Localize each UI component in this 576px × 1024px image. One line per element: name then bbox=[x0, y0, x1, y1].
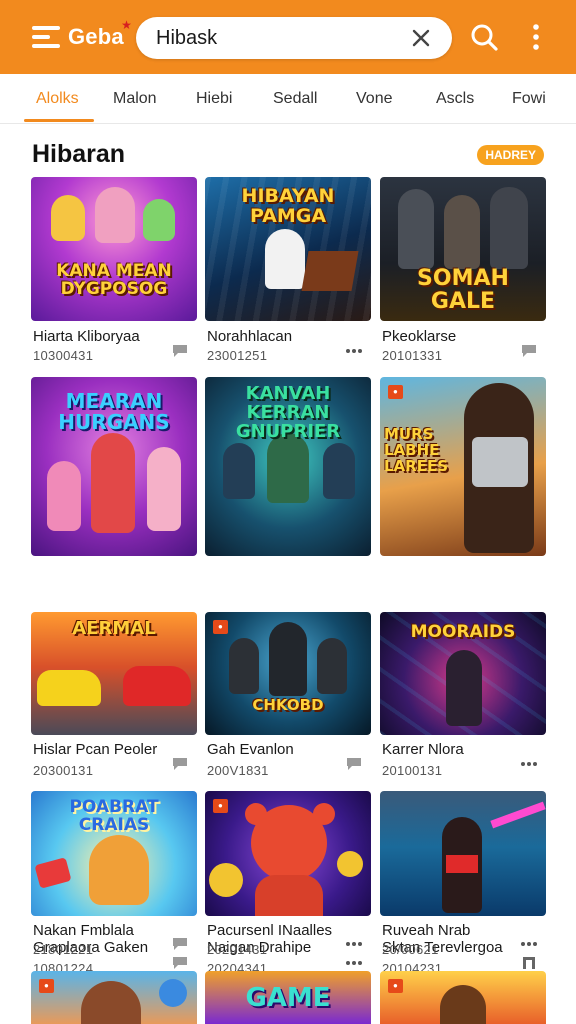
game-thumbnail: KANA MEAN DYGPOSOG bbox=[31, 177, 197, 321]
active-tab-indicator bbox=[24, 119, 94, 122]
menu-lines-icon bbox=[32, 26, 60, 48]
game-thumbnail: ● bbox=[380, 971, 546, 1024]
game-title: Pacursenl INaalles bbox=[207, 922, 333, 939]
comment-icon[interactable] bbox=[171, 344, 189, 358]
tab-fowi[interactable]: Fowi bbox=[512, 90, 546, 108]
game-meta: 10300431 bbox=[33, 348, 94, 363]
section-badge[interactable]: HADREY bbox=[477, 145, 544, 165]
game-meta: 23001251 bbox=[207, 348, 268, 363]
app-name: Geba bbox=[68, 24, 124, 49]
game-thumbnail: ● MURS LABHE LAREES bbox=[380, 377, 546, 556]
comment-icon[interactable] bbox=[171, 757, 189, 771]
more-dots-icon[interactable] bbox=[345, 344, 363, 358]
search-bar bbox=[136, 17, 452, 59]
new-tag: ● bbox=[388, 979, 403, 993]
game-meta: 20300131 bbox=[33, 763, 94, 778]
new-tag: ● bbox=[39, 979, 54, 993]
game-title: Nakan Fmblala bbox=[33, 922, 134, 939]
tab-alolks[interactable]: Alolks bbox=[36, 90, 79, 108]
new-tag: ● bbox=[388, 385, 403, 399]
game-thumbnail: KANVAH KERRAN GNUPRIER bbox=[205, 377, 371, 556]
game-thumbnail: SOMAH GALE bbox=[380, 177, 546, 321]
game-meta: 20101331 bbox=[382, 348, 443, 363]
search-icon[interactable] bbox=[469, 22, 499, 52]
game-thumbnail: ● bbox=[31, 971, 197, 1024]
game-thumbnail: MEARAN HURGANS bbox=[31, 377, 197, 556]
more-dots-icon[interactable] bbox=[345, 956, 363, 970]
game-title: Pkeoklarse bbox=[382, 328, 457, 345]
comment-icon[interactable] bbox=[345, 757, 363, 771]
search-input[interactable] bbox=[156, 24, 396, 52]
more-dots-icon[interactable] bbox=[520, 757, 538, 771]
tab-vone[interactable]: Vone bbox=[356, 90, 392, 108]
bookmark-icon[interactable] bbox=[520, 956, 538, 970]
game-thumbnail: AERMAL bbox=[31, 612, 197, 735]
game-title: Karrer Nlora bbox=[382, 741, 464, 758]
game-title: Norahhlacan bbox=[207, 328, 293, 345]
close-icon[interactable] bbox=[410, 27, 432, 49]
game-thumbnail: HIBAYAN PAMGA bbox=[205, 177, 371, 321]
more-dots-icon[interactable] bbox=[520, 937, 538, 951]
game-title: Hiarta Kliboryaa bbox=[33, 328, 140, 345]
tab-malon[interactable]: Malon bbox=[113, 90, 157, 108]
new-tag: ● bbox=[213, 620, 228, 634]
top-app-bar: Geba ★ bbox=[0, 0, 576, 74]
game-thumbnail: ● CHKOBD bbox=[205, 612, 371, 735]
game-thumbnail: GAME bbox=[205, 971, 371, 1024]
tab-hiebi[interactable]: Hiebi bbox=[196, 90, 232, 108]
game-thumbnail bbox=[380, 791, 546, 916]
comment-icon[interactable] bbox=[520, 344, 538, 358]
tab-ascls[interactable]: Ascls bbox=[436, 90, 474, 108]
game-title: Ruveah Nrab bbox=[382, 922, 471, 939]
comment-icon[interactable] bbox=[171, 937, 189, 951]
game-meta: 21801221 bbox=[33, 942, 94, 957]
game-meta: 20100131 bbox=[382, 763, 443, 778]
game-title: Hislar Pcan Peoler bbox=[33, 741, 158, 758]
tab-sedall[interactable]: Sedall bbox=[273, 90, 317, 108]
game-meta: 20/00621 bbox=[382, 942, 439, 957]
app-logo[interactable]: Geba ★ bbox=[32, 18, 132, 52]
comment-icon[interactable] bbox=[171, 956, 189, 970]
game-title: Gah Evanlon bbox=[207, 741, 294, 758]
game-thumbnail: MOORAIDS bbox=[380, 612, 546, 735]
game-thumbnail: ● bbox=[205, 791, 371, 916]
star-icon: ★ bbox=[121, 18, 132, 32]
game-meta: 200V1831 bbox=[207, 763, 269, 778]
game-meta: 20201431 bbox=[207, 942, 268, 957]
game-thumbnail: POABRAT CRAIAS bbox=[31, 791, 197, 916]
category-tabs: Alolks Malon Hiebi Sedall Vone Ascls Fow… bbox=[0, 74, 576, 124]
more-dots-icon[interactable] bbox=[345, 937, 363, 951]
kebab-menu-icon[interactable] bbox=[521, 22, 551, 52]
new-tag: ● bbox=[213, 799, 228, 813]
section-title: Hibaran bbox=[32, 140, 126, 168]
